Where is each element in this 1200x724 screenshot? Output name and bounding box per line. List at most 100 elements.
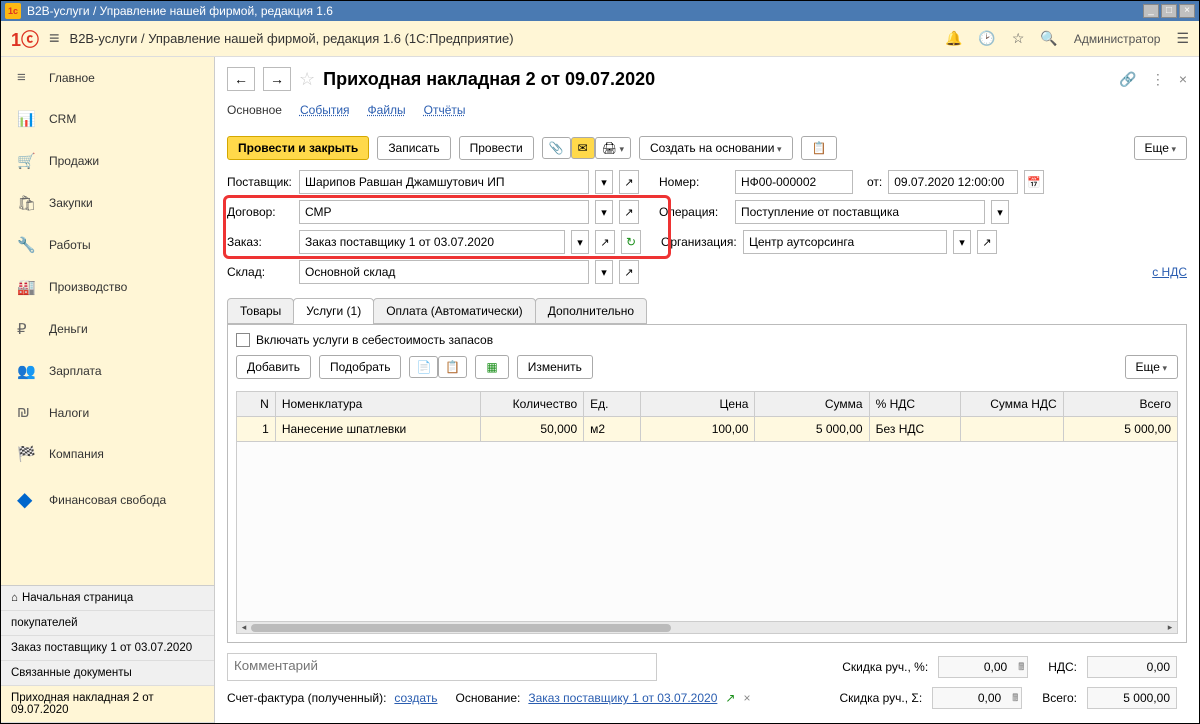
col-qty[interactable]: Количество [481,392,584,417]
maximize-button[interactable]: □ [1161,4,1177,18]
print-button[interactable]: 🖨 [595,137,631,159]
order-dropdown-icon[interactable]: ▾ [571,230,589,254]
discount-sum-value[interactable]: 0,00🖩 [932,687,1022,709]
scroll-left-icon[interactable]: ◂ [237,622,251,634]
bell-icon[interactable]: 🔔 [945,30,962,47]
org-dropdown-icon[interactable]: ▾ [953,230,971,254]
nav-jobs[interactable]: 🔧Работы [1,224,214,266]
order-input[interactable] [299,230,565,254]
hamburger-icon[interactable]: ≡ [49,28,60,49]
supplier-dropdown-icon[interactable]: ▾ [595,170,613,194]
org-open-icon[interactable]: ↗ [977,230,997,254]
admin-label[interactable]: Администратор [1074,32,1161,46]
paste-button[interactable]: 📋 [438,356,467,378]
forward-button[interactable]: → [263,67,291,91]
calc-icon[interactable]: 🖩 [1012,691,1018,708]
order-refresh-icon[interactable]: ↻ [621,230,641,254]
tab-main[interactable]: Основное [227,103,282,117]
copy-button[interactable]: 📄 [409,356,438,378]
email-button[interactable]: ✉ [571,137,595,159]
tab-services[interactable]: Услуги (1) [293,298,374,324]
more-icon[interactable]: ⋮ [1151,71,1165,88]
tab-payment[interactable]: Оплата (Автоматически) [373,298,536,324]
col-sum[interactable]: Сумма [755,392,869,417]
tab-files[interactable]: Файлы [368,103,406,117]
save-button[interactable]: Записать [377,136,450,160]
close-doc-icon[interactable]: × [1179,71,1187,88]
buyers-link[interactable]: покупателей [1,611,214,636]
excel-button[interactable]: ▦ [475,355,508,379]
menu-icon[interactable]: ☰ [1176,30,1189,47]
scroll-right-icon[interactable]: ▸ [1163,622,1177,634]
date-input[interactable] [888,170,1018,194]
close-button[interactable]: × [1179,4,1195,18]
tab-goods[interactable]: Товары [227,298,294,324]
basis-link[interactable]: Заказ поставщику 1 от 03.07.2020 [528,691,717,705]
col-total[interactable]: Всего [1063,392,1177,417]
supplier-input[interactable] [299,170,589,194]
col-vat-pct[interactable]: % НДС [869,392,960,417]
minimize-button[interactable]: _ [1143,4,1159,18]
col-n[interactable]: N [237,392,276,417]
order-open-icon[interactable]: ↗ [595,230,615,254]
col-nomenclature[interactable]: Номенклатура [275,392,481,417]
vat-link[interactable]: с НДС [1152,265,1187,279]
edit-row-button[interactable]: Изменить [517,355,593,379]
nav-main[interactable]: ≡Главное [1,57,214,98]
nav-salary[interactable]: 👥Зарплата [1,350,214,392]
table-row[interactable]: 1 Нанесение шпатлевки 50,000 м2 100,00 5… [237,417,1178,442]
nav-taxes[interactable]: ₪Налоги [1,392,214,433]
scroll-thumb[interactable] [251,624,671,632]
invoice-create-link[interactable]: создать [394,691,437,705]
nav-sales[interactable]: 🛒Продажи [1,140,214,182]
discount-pct-value[interactable]: 0,00🖩 [938,656,1028,678]
nav-company[interactable]: 🏁Компания [1,433,214,475]
org-input[interactable] [743,230,947,254]
back-button[interactable]: ← [227,67,255,91]
post-button[interactable]: Провести [459,136,534,160]
star-icon[interactable]: ☆ [1012,30,1025,47]
supplier-open-icon[interactable]: ↗ [619,170,639,194]
basis-clear-icon[interactable]: × [743,691,750,705]
basis-open-icon[interactable]: ↗ [725,691,735,705]
calc-icon[interactable]: 🖩 [1018,660,1024,677]
report-button[interactable]: 📋 [801,136,838,160]
tab-reports[interactable]: Отчёты [424,103,466,117]
contract-dropdown-icon[interactable]: ▾ [595,200,613,224]
number-input[interactable] [735,170,853,194]
col-unit[interactable]: Ед. [584,392,641,417]
warehouse-input[interactable] [299,260,589,284]
nav-money[interactable]: ₽Деньги [1,308,214,350]
current-doc-link[interactable]: Приходная накладная 2 от 09.07.2020 [1,686,214,723]
favorite-star-icon[interactable]: ☆ [299,69,315,90]
create-based-button[interactable]: Создать на основании [639,136,793,160]
search-icon[interactable]: 🔍 [1040,30,1057,47]
col-vat-sum[interactable]: Сумма НДС [960,392,1063,417]
supplier-order-link[interactable]: Заказ поставщику 1 от 03.07.2020 [1,636,214,661]
comment-input[interactable] [227,653,657,681]
calendar-icon[interactable]: 📅 [1024,170,1044,194]
more-button[interactable]: Еще [1134,136,1187,160]
attachment-button[interactable]: 📎 [542,137,571,159]
warehouse-dropdown-icon[interactable]: ▾ [595,260,613,284]
nav-production[interactable]: 🏭Производство [1,266,214,308]
home-page-link[interactable]: ⌂Начальная страница [1,586,214,611]
nav-financial-freedom[interactable]: ◆Финансовая свобода [1,475,214,524]
nav-purchases[interactable]: 🛍Закупки [1,182,214,224]
nav-crm[interactable]: 📊CRM [1,98,214,140]
history-icon[interactable]: 🕑 [978,30,995,47]
operation-input[interactable] [735,200,985,224]
post-and-close-button[interactable]: Провести и закрыть [227,136,369,160]
link-icon[interactable]: 🔗 [1119,71,1136,88]
table-more-button[interactable]: Еще [1125,355,1178,379]
tab-additional[interactable]: Дополнительно [535,298,647,324]
col-price[interactable]: Цена [641,392,755,417]
related-docs-link[interactable]: Связанные документы [1,661,214,686]
include-cost-checkbox[interactable] [236,333,250,347]
operation-dropdown-icon[interactable]: ▾ [991,200,1009,224]
horizontal-scrollbar[interactable]: ◂ ▸ [236,622,1178,634]
contract-input[interactable] [299,200,589,224]
warehouse-open-icon[interactable]: ↗ [619,260,639,284]
add-row-button[interactable]: Добавить [236,355,311,379]
tab-events[interactable]: События [300,103,350,117]
